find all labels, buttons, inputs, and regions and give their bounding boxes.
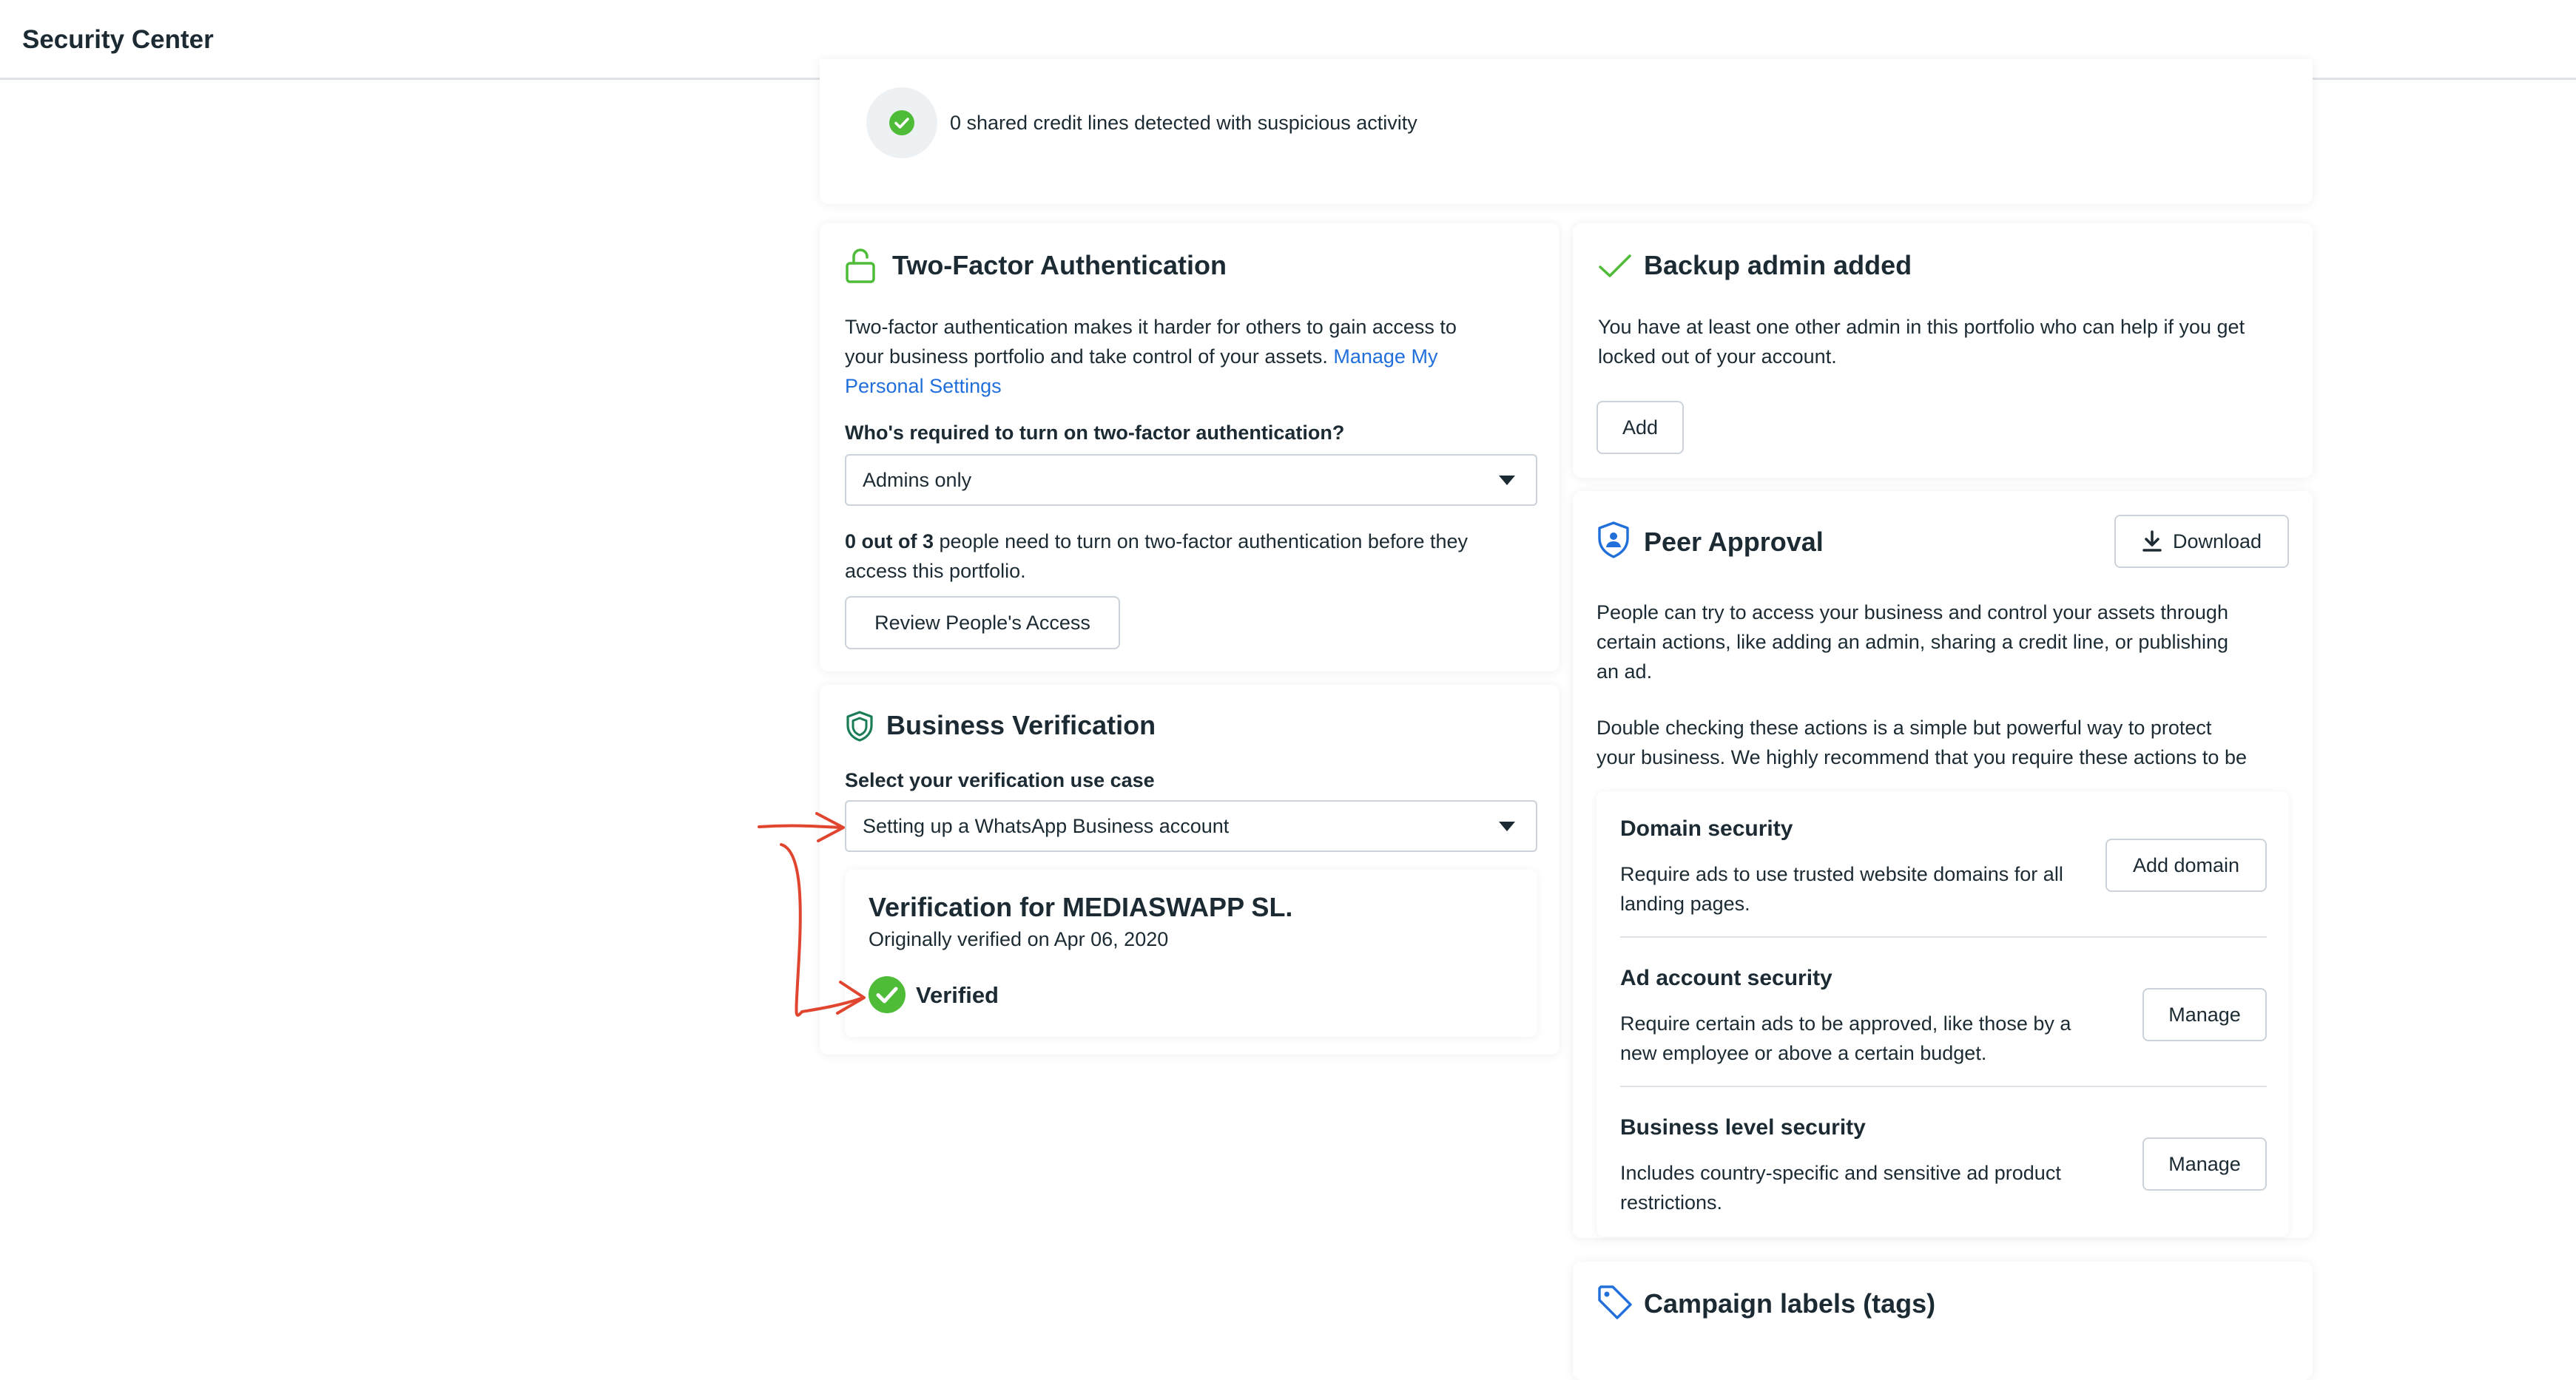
download-icon	[2142, 530, 2162, 552]
verification-details: Verification for MEDIASWAPP SL. Original…	[845, 870, 1537, 1037]
credit-lines-status: 0 shared credit lines detected with susp…	[950, 112, 1417, 134]
verification-title: Verification for MEDIASWAPP SL.	[869, 892, 1293, 922]
business-verification-card: Business Verification Select your verifi…	[820, 685, 1560, 1055]
ad-account-security-title: Ad account security	[1620, 966, 1832, 990]
security-sections: Domain security Require ads to use trust…	[1596, 791, 2289, 1237]
campaign-labels-card: Campaign labels (tags)	[1573, 1262, 2313, 1380]
business-level-manage-button[interactable]: Manage	[2142, 1137, 2267, 1191]
section-divider	[1620, 1086, 2267, 1087]
check-circle-icon-wrap	[866, 87, 937, 158]
two-factor-select[interactable]: Admins only	[845, 454, 1537, 506]
unlock-icon	[846, 248, 875, 283]
download-button[interactable]: Download	[2114, 515, 2289, 568]
peer-approval-card: Peer Approval Download People can try to…	[1573, 491, 2313, 1238]
review-access-button[interactable]: Review People's Access	[845, 596, 1120, 649]
add-domain-button[interactable]: Add domain	[2105, 839, 2267, 892]
peer-approval-title: Peer Approval	[1644, 527, 1824, 557]
backup-admin-title: Backup admin added	[1644, 250, 1912, 280]
peer-approval-para2: Double checking these actions is a simpl…	[1596, 717, 2247, 768]
domain-security-title: Domain security	[1620, 816, 1793, 841]
manage-settings-link[interactable]: Manage My	[1333, 345, 1437, 368]
shield-icon	[846, 711, 873, 742]
campaign-labels-title: Campaign labels (tags)	[1644, 1288, 1936, 1319]
manage-settings-link-cont[interactable]: Personal Settings	[845, 371, 1540, 401]
verification-date: Originally verified on Apr 06, 2020	[869, 928, 1169, 950]
use-case-label: Select your verification use case	[845, 769, 1155, 791]
verified-icon	[869, 976, 906, 1013]
two-factor-question: Who's required to turn on two-factor aut…	[845, 422, 1345, 444]
check-circle-icon	[889, 110, 914, 135]
ad-account-manage-button[interactable]: Manage	[2142, 988, 2267, 1041]
two-factor-count: 0 out of 3 people need to turn on two-fa…	[845, 530, 1469, 582]
checkmark-icon	[1599, 254, 1631, 277]
verification-status: Verified	[916, 982, 999, 1008]
business-level-security-description: Includes country-specific and sensitive …	[1620, 1162, 2061, 1214]
page-title: Security Center	[22, 25, 214, 54]
peer-approval-para1: People can try to access your business a…	[1596, 601, 2228, 683]
chevron-down-icon	[1499, 822, 1515, 831]
shield-person-icon	[1598, 521, 1629, 558]
add-admin-button[interactable]: Add	[1596, 401, 1684, 454]
credit-lines-card: 0 shared credit lines detected with susp…	[820, 59, 2313, 204]
backup-admin-description: You have at least one other admin in thi…	[1598, 316, 2245, 368]
two-factor-title: Two-Factor Authentication	[892, 250, 1227, 280]
tag-icon	[1598, 1285, 1632, 1319]
business-level-security-title: Business level security	[1620, 1115, 1866, 1140]
section-divider	[1620, 936, 2267, 938]
use-case-select[interactable]: Setting up a WhatsApp Business account	[845, 800, 1537, 852]
chevron-down-icon	[1499, 476, 1515, 485]
domain-security-description: Require ads to use trusted website domai…	[1620, 863, 2063, 915]
ad-account-security-description: Require certain ads to be approved, like…	[1620, 1012, 2071, 1064]
business-verification-title: Business Verification	[886, 710, 1156, 740]
backup-admin-card: Backup admin added You have at least one…	[1573, 223, 2313, 478]
two-factor-card: Two-Factor Authentication Two-factor aut…	[820, 223, 1560, 672]
two-factor-description: Two-factor authentication makes it harde…	[845, 312, 1540, 401]
